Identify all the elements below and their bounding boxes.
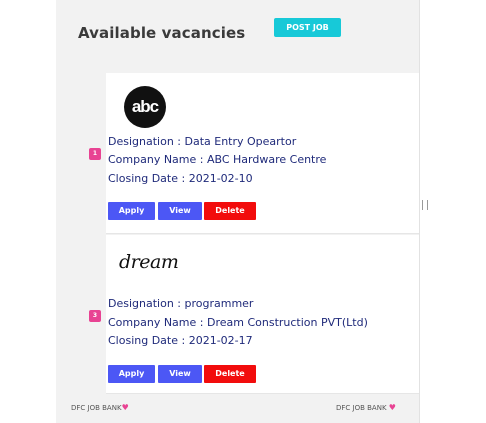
- page-title: Available vacancies: [78, 24, 246, 42]
- heart-icon: ♥: [388, 403, 396, 412]
- apply-button[interactable]: Apply: [108, 365, 155, 383]
- view-button[interactable]: View: [158, 365, 202, 383]
- footer-left: DFC JOB BANK♥: [71, 403, 129, 412]
- footer-text: DFC JOB BANK: [71, 404, 122, 412]
- closing-date-text: Closing Date : 2021-02-10: [108, 172, 253, 185]
- designation-text: Designation : Data Entry Opeartor: [108, 135, 297, 148]
- company-logo: dream: [119, 251, 179, 273]
- footer-right: DFC JOB BANK ♥: [336, 403, 396, 412]
- post-job-button[interactable]: POST JOB: [274, 18, 341, 37]
- delete-button[interactable]: Delete: [204, 365, 256, 383]
- designation-text: Designation : programmer: [108, 297, 254, 310]
- delete-button[interactable]: Delete: [204, 202, 256, 220]
- vacancy-number-badge: 1: [89, 148, 101, 160]
- company-name-text: Company Name : ABC Hardware Centre: [108, 153, 327, 166]
- company-logo: abc: [124, 86, 166, 128]
- heart-icon: ♥: [121, 403, 129, 412]
- closing-date-text: Closing Date : 2021-02-17: [108, 334, 253, 347]
- company-name-text: Company Name : Dream Construction PVT(Lt…: [108, 316, 368, 329]
- apply-button[interactable]: Apply: [108, 202, 155, 220]
- footer-text: DFC JOB BANK: [336, 404, 387, 412]
- view-button[interactable]: View: [158, 202, 202, 220]
- resize-handle[interactable]: [422, 200, 428, 210]
- vacancy-number-badge: 3: [89, 310, 101, 322]
